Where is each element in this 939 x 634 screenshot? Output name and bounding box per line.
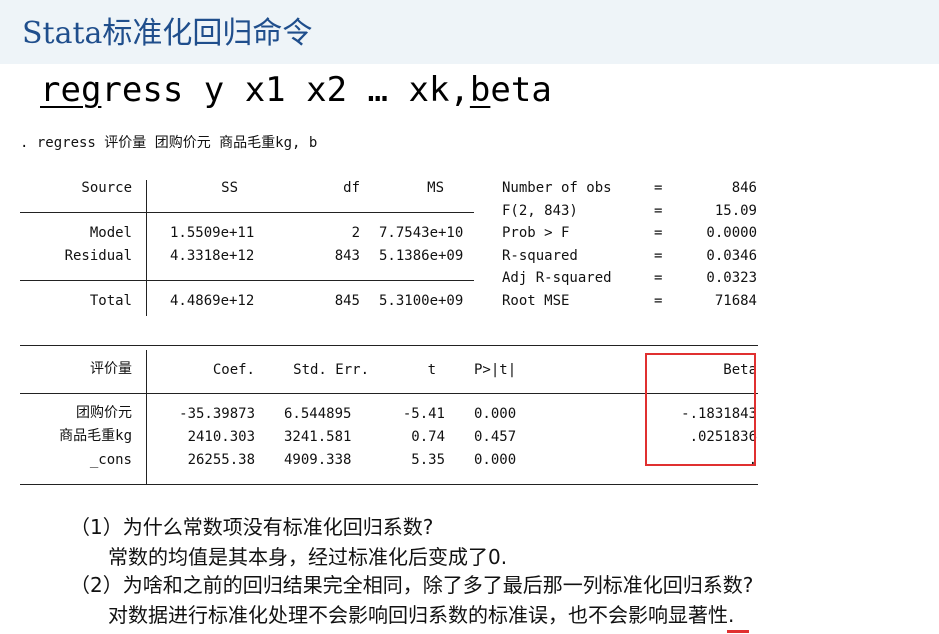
anova-ms: 7.7543e+10 — [379, 225, 464, 241]
coef-value: -35.39873 — [179, 406, 255, 422]
note-answer-1: 常数的均值是其本身，经过标准化后变成了0. — [108, 545, 508, 569]
stat-label: Root MSE — [502, 293, 570, 309]
anova-divider-total — [20, 280, 474, 281]
command-abbrev-b: b — [469, 70, 491, 110]
stat-eq: = — [654, 203, 663, 219]
coef-se: 3241.581 — [284, 429, 352, 445]
anova-header-ss: SS — [221, 180, 238, 196]
coef-p: 0.457 — [474, 429, 517, 445]
anova-ss: 4.3318e+12 — [170, 248, 255, 264]
stat-value: 846 — [731, 180, 757, 196]
coef-value: 2410.303 — [187, 429, 255, 445]
anova-df: 843 — [334, 248, 360, 264]
stat-eq: = — [654, 225, 663, 241]
stat-value: 0.0323 — [706, 270, 757, 286]
stat-eq: = — [654, 248, 663, 264]
beta-highlight-box — [645, 353, 756, 466]
stat-label: Number of obs — [502, 180, 612, 196]
anova-ms: 5.1386e+09 — [379, 248, 464, 264]
coef-t: 0.74 — [411, 429, 445, 445]
red-mark — [727, 630, 749, 633]
note-answer-2: 对数据进行标准化处理不会影响回归系数的标准误，也不会影响显著性. — [108, 603, 735, 627]
slide-title: Stata标准化回归命令 — [22, 16, 313, 51]
anova-header-ms: MS — [427, 180, 444, 196]
anova-divider-top — [20, 212, 474, 213]
stat-value: 0.0346 — [706, 248, 757, 264]
stat-label: R-squared — [502, 248, 578, 264]
coef-value: 26255.38 — [187, 452, 255, 468]
anova-header-source: Source — [81, 180, 132, 196]
command-abbrev-reg: reg — [40, 70, 102, 110]
anova-source: Total — [89, 293, 132, 309]
note-question-1: （1）为什么常数项没有标准化回归系数? — [70, 515, 434, 539]
stat-eq: = — [654, 270, 663, 286]
stat-eq: = — [654, 293, 663, 309]
coef-header-p: P>|t| — [474, 362, 517, 378]
coef-se: 4909.338 — [284, 452, 352, 468]
stat-label: Prob > F — [502, 225, 570, 241]
coef-p: 0.000 — [474, 406, 517, 422]
note-question-2: （2）为啥和之前的回归结果完全相同，除了多了最后那一列标准化回归系数? — [70, 573, 754, 597]
anova-ms: 5.3100e+09 — [379, 293, 464, 309]
stat-eq: = — [654, 180, 663, 196]
stat-value: 0.0000 — [706, 225, 757, 241]
stat-value: 71684 — [714, 293, 757, 309]
coef-p: 0.000 — [474, 452, 517, 468]
command-end: eta — [490, 70, 552, 110]
anova-df: 2 — [351, 225, 360, 241]
slide-header: Stata标准化回归命令 — [0, 0, 939, 64]
coef-header-t: t — [427, 362, 436, 378]
stat-value: 15.09 — [714, 203, 757, 219]
regress-command: regress y x1 x2 … xk,beta — [40, 70, 552, 110]
stat-label: Adj R-squared — [502, 270, 612, 286]
anova-df: 845 — [334, 293, 360, 309]
anova-header-df: df — [343, 180, 360, 196]
coef-header-coef: Coef. — [212, 362, 255, 378]
coef-vertical-divider — [146, 350, 147, 484]
anova-ss: 1.5509e+11 — [170, 225, 255, 241]
coef-t: -5.41 — [402, 406, 445, 422]
coef-var: 团购价元 — [76, 405, 132, 421]
coef-divider-top — [20, 345, 758, 346]
coef-se: 6.544895 — [284, 406, 352, 422]
coef-header-var: 评价量 — [90, 361, 132, 377]
stat-label: F(2, 843) — [502, 203, 578, 219]
anova-vertical-divider — [146, 180, 147, 316]
coef-header-se: Std. Err. — [293, 362, 369, 378]
command-middle: ress y x1 x2 … xk, — [101, 70, 470, 110]
stata-prompt: . regress 评价量 团购价元 商品毛重kg, b — [20, 135, 318, 151]
anova-ss: 4.4869e+12 — [170, 293, 255, 309]
coef-var: 商品毛重kg — [59, 428, 132, 444]
coef-var: _cons — [89, 452, 132, 468]
coef-t: 5.35 — [411, 452, 445, 468]
anova-source: Model — [89, 225, 132, 241]
anova-source: Residual — [64, 248, 132, 264]
coef-divider-bottom — [20, 484, 758, 485]
